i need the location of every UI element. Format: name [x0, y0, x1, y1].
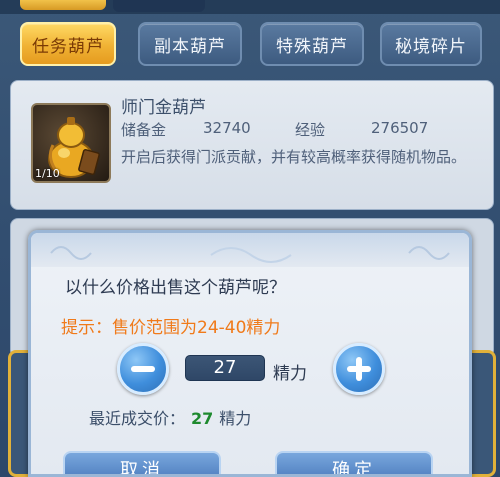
confirm-button[interactable]: 确定: [275, 451, 433, 474]
tab-dungeon-gourd[interactable]: 副本葫芦: [138, 22, 242, 66]
recent-price-unit: 精力: [219, 409, 252, 428]
minus-icon: [131, 366, 155, 372]
top-category-tab[interactable]: [20, 0, 106, 10]
item-card[interactable]: 1/10 师门金葫芦 储备金 32740 经验 276507 开启后获得门派贡献…: [10, 80, 494, 210]
reserve-value: 32740: [203, 119, 251, 137]
decrease-button[interactable]: [117, 343, 169, 395]
dialog-question: 以什么价格出售这个葫芦呢？: [65, 278, 286, 298]
exp-value: 276507: [371, 119, 429, 137]
tab-special-gourd[interactable]: 特殊葫芦: [260, 22, 364, 66]
tab-secret-fragment[interactable]: 秘境碎片: [380, 22, 482, 66]
item-stats: 储备金 32740 经验 276507: [121, 119, 461, 139]
recent-price-line: 最近成交价： 27 精力: [89, 405, 251, 429]
sell-price-dialog: 以什么价格出售这个葫芦呢？ 提示：售价范围为24-40精力 27 精力 最近成交…: [28, 230, 472, 477]
item-name: 师门金葫芦: [121, 98, 206, 118]
item-count: 1/10: [35, 167, 60, 180]
gourd-tabs: 任务葫芦 副本葫芦 特殊葫芦 秘境碎片: [20, 22, 500, 66]
dialog-header: [31, 233, 469, 267]
tab-task-gourd[interactable]: 任务葫芦: [20, 22, 116, 66]
plus-icon-vertical: [356, 357, 362, 381]
increase-button[interactable]: [333, 343, 385, 395]
recent-price-value: 27: [191, 409, 214, 428]
cancel-button[interactable]: 取消: [63, 451, 221, 474]
price-input[interactable]: 27: [185, 355, 265, 381]
exp-label: 经验: [295, 121, 326, 139]
price-range-hint: 提示：售价范围为24-40精力: [61, 318, 281, 338]
recent-price-label: 最近成交价：: [89, 409, 186, 428]
reserve-label: 储备金: [121, 121, 167, 139]
golden-gourd-icon: 1/10: [31, 103, 111, 183]
top-category-tab-secondary[interactable]: [113, 0, 205, 12]
item-description: 开启后获得门派贡献，并有较高概率获得随机物品。: [121, 148, 467, 166]
price-unit: 精力: [273, 364, 307, 384]
